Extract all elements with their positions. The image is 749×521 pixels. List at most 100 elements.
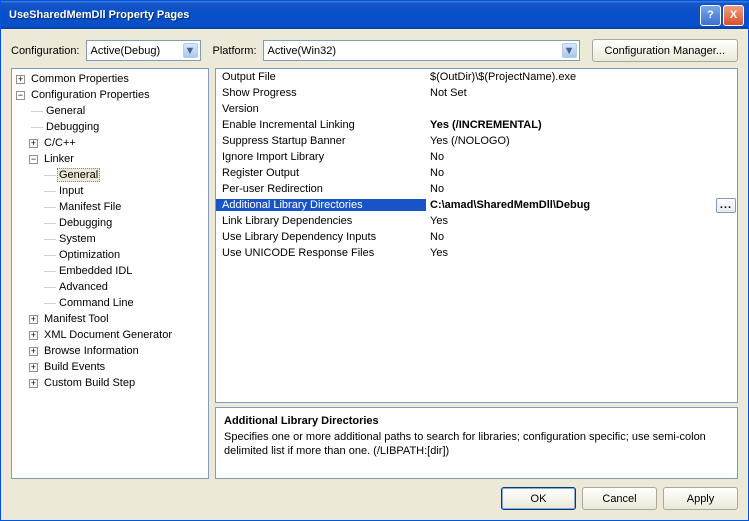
tree-item-manifest-tool[interactable]: +Manifest Tool xyxy=(12,311,208,327)
property-row[interactable]: Use UNICODE Response FilesYes xyxy=(216,245,737,261)
property-name: Use Library Dependency Inputs xyxy=(216,231,426,243)
tree-item-linker-embedded-idl[interactable]: ······Embedded IDL xyxy=(12,263,208,279)
property-value[interactable]: No xyxy=(426,183,737,195)
property-name: Enable Incremental Linking xyxy=(216,119,426,131)
chevron-down-icon: ▼ xyxy=(562,43,577,58)
tree-item-linker-debugging[interactable]: ······Debugging xyxy=(12,215,208,231)
tree-line-icon: ······ xyxy=(42,202,57,212)
platform-value: Active(Win32) xyxy=(268,45,562,57)
dialog-buttons: OK Cancel Apply xyxy=(11,485,738,510)
tree-item-debugging[interactable]: ······Debugging xyxy=(12,119,208,135)
property-name: Use UNICODE Response Files xyxy=(216,247,426,259)
property-row[interactable]: Ignore Import LibraryNo xyxy=(216,149,737,165)
property-value[interactable]: Yes xyxy=(426,247,737,259)
property-row[interactable]: Version xyxy=(216,101,737,117)
tree-item-browse-information[interactable]: +Browse Information xyxy=(12,343,208,359)
plus-icon[interactable]: + xyxy=(29,315,38,324)
configuration-manager-button[interactable]: Configuration Manager... xyxy=(592,39,738,62)
configuration-combo[interactable]: Active(Debug) ▼ xyxy=(86,40,201,61)
help-button[interactable]: ? xyxy=(700,5,721,26)
tree-item-linker-manifest[interactable]: ······Manifest File xyxy=(12,199,208,215)
plus-icon[interactable]: + xyxy=(29,363,38,372)
platform-label: Platform: xyxy=(213,45,257,57)
tree-item-general[interactable]: ······General xyxy=(12,103,208,119)
property-name: Output File xyxy=(216,71,426,83)
description-text: Specifies one or more additional paths t… xyxy=(224,430,729,458)
property-row[interactable]: Additional Library DirectoriesC:\amad\Sh… xyxy=(216,197,737,213)
tree-line-icon: ······ xyxy=(42,266,57,276)
configuration-label: Configuration: xyxy=(11,45,80,57)
tree-item-common-properties[interactable]: +Common Properties xyxy=(12,71,208,87)
titlebar[interactable]: UseSharedMemDll Property Pages ? X xyxy=(1,1,748,29)
tree-line-icon: ······ xyxy=(29,122,44,132)
tree-line-icon: ······ xyxy=(42,218,57,228)
tree-item-linker[interactable]: −Linker xyxy=(12,151,208,167)
property-value[interactable]: No xyxy=(426,151,737,163)
tree-item-linker-general[interactable]: ······General xyxy=(12,167,208,183)
tree-item-configuration-properties[interactable]: −Configuration Properties xyxy=(12,87,208,103)
cancel-button[interactable]: Cancel xyxy=(582,487,657,510)
minus-icon[interactable]: − xyxy=(29,155,38,164)
property-value[interactable]: No xyxy=(426,231,737,243)
tree-item-linker-advanced[interactable]: ······Advanced xyxy=(12,279,208,295)
tree-item-custom-build-step[interactable]: +Custom Build Step xyxy=(12,375,208,391)
plus-icon[interactable]: + xyxy=(29,139,38,148)
property-value[interactable]: Yes (/INCREMENTAL) xyxy=(426,119,737,131)
tree-line-icon: ······ xyxy=(42,186,57,196)
tree-item-ccpp[interactable]: +C/C++ xyxy=(12,135,208,151)
property-row[interactable]: Suppress Startup BannerYes (/NOLOGO) xyxy=(216,133,737,149)
tree-line-icon: ······ xyxy=(29,106,44,116)
chevron-down-icon: ▼ xyxy=(183,43,198,58)
property-value[interactable]: Yes xyxy=(426,215,737,227)
property-value[interactable]: C:\amad\SharedMemDll\Debug xyxy=(426,199,716,211)
plus-icon[interactable]: + xyxy=(29,379,38,388)
property-name: Suppress Startup Banner xyxy=(216,135,426,147)
plus-icon[interactable]: + xyxy=(16,75,25,84)
property-row[interactable]: Use Library Dependency InputsNo xyxy=(216,229,737,245)
tree-item-xml-document-generator[interactable]: +XML Document Generator xyxy=(12,327,208,343)
tree-item-linker-optimization[interactable]: ······Optimization xyxy=(12,247,208,263)
property-row[interactable]: Register OutputNo xyxy=(216,165,737,181)
property-name: Additional Library Directories xyxy=(216,199,426,211)
ok-button[interactable]: OK xyxy=(501,487,576,510)
help-icon: ? xyxy=(707,9,714,21)
property-row[interactable]: Link Library DependenciesYes xyxy=(216,213,737,229)
tree-item-linker-command-line[interactable]: ······Command Line xyxy=(12,295,208,311)
configuration-value: Active(Debug) xyxy=(91,45,183,57)
tree-line-icon: ······ xyxy=(42,170,57,180)
property-grid[interactable]: Output File$(OutDir)\$(ProjectName).exeS… xyxy=(215,68,738,403)
tree-line-icon: ······ xyxy=(42,234,57,244)
description-box: Additional Library Directories Specifies… xyxy=(215,407,738,479)
plus-icon[interactable]: + xyxy=(29,347,38,356)
main-area: +Common Properties −Configuration Proper… xyxy=(11,68,738,479)
property-name: Per-user Redirection xyxy=(216,183,426,195)
apply-button[interactable]: Apply xyxy=(663,487,738,510)
minus-icon[interactable]: − xyxy=(16,91,25,100)
plus-icon[interactable]: + xyxy=(29,331,38,340)
property-name: Register Output xyxy=(216,167,426,179)
tree-item-linker-input[interactable]: ······Input xyxy=(12,183,208,199)
close-button[interactable]: X xyxy=(723,5,744,26)
property-value[interactable]: No xyxy=(426,167,737,179)
platform-combo[interactable]: Active(Win32) ▼ xyxy=(263,40,580,61)
close-icon: X xyxy=(730,9,737,21)
property-row[interactable]: Enable Incremental LinkingYes (/INCREMEN… xyxy=(216,117,737,133)
description-title: Additional Library Directories xyxy=(224,414,729,428)
property-value[interactable]: Yes (/NOLOGO) xyxy=(426,135,737,147)
tree-line-icon: ······ xyxy=(42,282,57,292)
tree-line-icon: ······ xyxy=(42,250,57,260)
property-row[interactable]: Per-user RedirectionNo xyxy=(216,181,737,197)
tree-panel[interactable]: +Common Properties −Configuration Proper… xyxy=(11,68,209,479)
tree-item-build-events[interactable]: +Build Events xyxy=(12,359,208,375)
property-name: Link Library Dependencies xyxy=(216,215,426,227)
right-panel: Output File$(OutDir)\$(ProjectName).exeS… xyxy=(215,68,738,479)
property-row[interactable]: Show ProgressNot Set xyxy=(216,85,737,101)
property-value[interactable]: $(OutDir)\$(ProjectName).exe xyxy=(426,71,737,83)
tree-item-linker-system[interactable]: ······System xyxy=(12,231,208,247)
config-bar: Configuration: Active(Debug) ▼ Platform:… xyxy=(11,39,738,62)
property-value[interactable]: Not Set xyxy=(426,87,737,99)
tree-line-icon: ······ xyxy=(42,298,57,308)
browse-button[interactable]: ... xyxy=(716,198,736,213)
property-name: Ignore Import Library xyxy=(216,151,426,163)
property-row[interactable]: Output File$(OutDir)\$(ProjectName).exe xyxy=(216,69,737,85)
